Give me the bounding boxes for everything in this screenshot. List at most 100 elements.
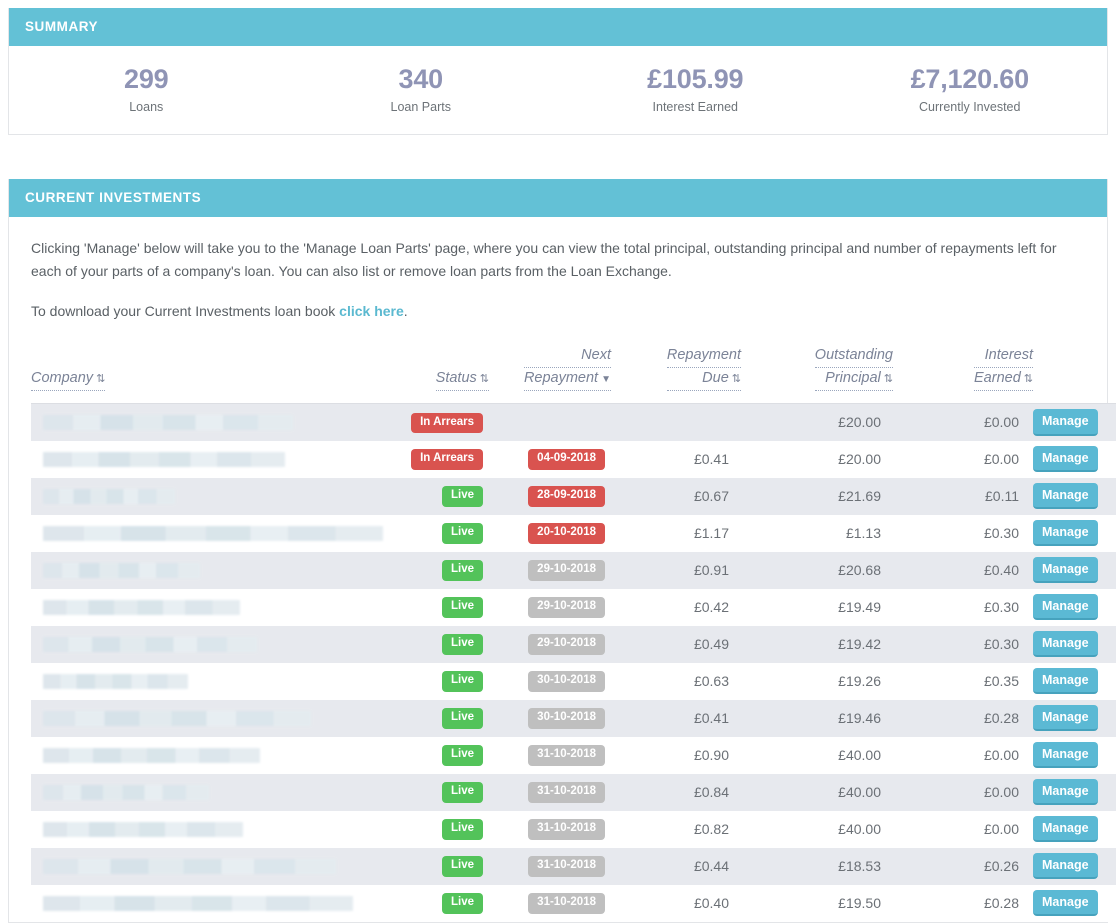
manage-button[interactable]: Manage [1033, 704, 1098, 732]
manage-button[interactable]: Manage [1033, 409, 1098, 436]
cell-repayment-due: £0.84 [611, 773, 741, 811]
cell-next-repayment: 28-09-2018 [489, 477, 611, 515]
column-header-outstanding-principal[interactable]: Outstanding Principal ⇅ [741, 345, 893, 405]
cell-next-repayment: 31-10-2018 [489, 736, 611, 774]
column-header-next-repayment-line2: Repayment ▼ [523, 368, 611, 392]
cell-next-repayment: 30-10-2018 [489, 699, 611, 737]
cell-actions: Manage [1033, 699, 1116, 737]
sort-icon-status: ⇅ [479, 373, 489, 386]
investments-description: Clicking 'Manage' below will take you to… [31, 240, 1057, 279]
column-header-interest-earned-line2: Earned ⇅ [974, 368, 1033, 392]
column-header-status[interactable]: Status ⇅ [403, 345, 489, 405]
cell-next-repayment: 30-10-2018 [489, 662, 611, 700]
cell-company [31, 736, 403, 774]
manage-button[interactable]: Manage [1033, 630, 1098, 658]
company-name-redacted [43, 636, 257, 652]
cell-status: Live [403, 773, 489, 811]
manage-button[interactable]: Manage [1033, 556, 1098, 584]
cell-next-repayment: 29-10-2018 [489, 551, 611, 589]
investments-table-wrapper: Company ⇅ Status ⇅ Next Repayment ▼ Repa… [31, 345, 1116, 922]
cell-next-repayment: 29-10-2018 [489, 625, 611, 663]
sort-icon-next-repayment-desc: ▼ [601, 374, 611, 386]
table-row: Live 30-10-2018 £0.41 £19.46 £0.28 Manage [31, 699, 1116, 737]
table-row: Live 29-10-2018 £0.91 £20.68 £0.40 Manage [31, 551, 1116, 589]
table-row: Live 29-10-2018 £0.49 £19.42 £0.30 Manage [31, 625, 1116, 663]
cell-outstanding-principal: £19.49 [741, 588, 893, 626]
manage-button[interactable]: Manage [1033, 519, 1098, 547]
cell-repayment-due [611, 403, 741, 441]
manage-button[interactable]: Manage [1033, 593, 1098, 621]
column-header-interest-earned[interactable]: Interest Earned ⇅ [893, 345, 1033, 405]
cell-status: Live [403, 662, 489, 700]
status-badge: Live [441, 745, 483, 766]
company-name-redacted [43, 895, 353, 911]
cell-company [31, 662, 403, 700]
column-header-next-repayment[interactable]: Next Repayment ▼ [489, 345, 611, 405]
cell-status: Live [403, 736, 489, 774]
cell-next-repayment: 29-10-2018 [489, 588, 611, 626]
cell-next-repayment [489, 403, 611, 441]
cell-actions: Manage [1033, 810, 1116, 848]
cell-interest-earned: £0.26 [893, 847, 1033, 885]
manage-button[interactable]: Manage [1033, 778, 1098, 806]
manage-button[interactable]: Manage [1033, 852, 1098, 880]
cell-outstanding-principal: £40.00 [741, 810, 893, 848]
manage-button[interactable]: Manage [1033, 445, 1098, 473]
company-name-redacted [43, 525, 383, 541]
company-name-redacted [43, 451, 285, 467]
cell-outstanding-principal: £40.00 [741, 773, 893, 811]
cell-interest-earned: £0.28 [893, 884, 1033, 922]
table-row: Live 30-10-2018 £0.63 £19.26 £0.35 Manage [31, 662, 1116, 700]
cell-next-repayment: 04-09-2018 [489, 440, 611, 478]
cell-interest-earned: £0.28 [893, 699, 1033, 737]
cell-actions: Manage [1033, 884, 1116, 922]
cell-repayment-due: £0.40 [611, 884, 741, 922]
column-header-status-label: Status ⇅ [435, 368, 489, 392]
sort-icon-repayment-due: ⇅ [731, 373, 741, 386]
cell-status: Live [403, 551, 489, 589]
company-name-redacted [43, 562, 200, 578]
download-text-suffix: . [403, 303, 408, 320]
column-header-outstanding-principal-line1: Outstanding [814, 345, 893, 369]
current-investments-body: Clicking 'Manage' below will take you to… [9, 217, 1116, 922]
table-row: Live 31-10-2018 £0.90 £40.00 £0.00 Manage [31, 736, 1116, 774]
cell-actions: Manage [1033, 625, 1116, 663]
manage-button[interactable]: Manage [1033, 741, 1098, 769]
cell-interest-earned: £0.00 [893, 773, 1033, 811]
next-repayment-date-badge: 31-10-2018 [528, 893, 605, 914]
column-header-company[interactable]: Company ⇅ [31, 345, 403, 405]
summary-stats-row: 299 Loans 340 Loan Parts £105.99 Interest Ear… [9, 46, 1107, 134]
cell-repayment-due: £0.41 [611, 440, 741, 478]
cell-outstanding-principal: £18.53 [741, 847, 893, 885]
summary-stat: 340 Loan Parts [284, 64, 559, 114]
column-header-repayment-due-line2: Due ⇅ [666, 368, 741, 392]
next-repayment-date-badge: 31-10-2018 [528, 819, 605, 840]
cell-outstanding-principal: £20.68 [741, 551, 893, 589]
next-repayment-date-badge: 30-10-2018 [528, 708, 605, 729]
status-badge: Live [441, 597, 483, 618]
cell-repayment-due: £1.17 [611, 514, 741, 552]
manage-button[interactable]: Manage [1033, 889, 1098, 917]
next-repayment-date-badge: 31-10-2018 [528, 856, 605, 877]
status-badge: Live [441, 486, 483, 507]
cell-actions: Manage [1033, 440, 1116, 478]
summary-stat-label: Currently Invested [919, 100, 1021, 115]
manage-button[interactable]: Manage [1033, 482, 1098, 510]
cell-company [31, 551, 403, 589]
table-row: Live 31-10-2018 £0.40 £19.50 £0.28 Manage [31, 884, 1116, 922]
cell-company [31, 477, 403, 515]
cell-status: Live [403, 477, 489, 515]
table-row: Live 31-10-2018 £0.82 £40.00 £0.00 Manage [31, 810, 1116, 848]
manage-button[interactable]: Manage [1033, 667, 1098, 695]
column-header-repayment-due[interactable]: Repayment Due ⇅ [611, 345, 741, 405]
current-investments-header: CURRENT INVESTMENTS [9, 179, 1107, 218]
cell-company [31, 440, 403, 478]
summary-stat-value: £105.99 [647, 64, 744, 94]
click-here-link[interactable]: click here [339, 303, 404, 319]
manage-button[interactable]: Manage [1033, 815, 1098, 843]
cell-outstanding-principal: £19.42 [741, 625, 893, 663]
cell-company [31, 773, 403, 811]
next-repayment-date-badge: 29-10-2018 [528, 560, 605, 581]
cell-next-repayment: 31-10-2018 [489, 810, 611, 848]
company-name-redacted [43, 821, 243, 837]
